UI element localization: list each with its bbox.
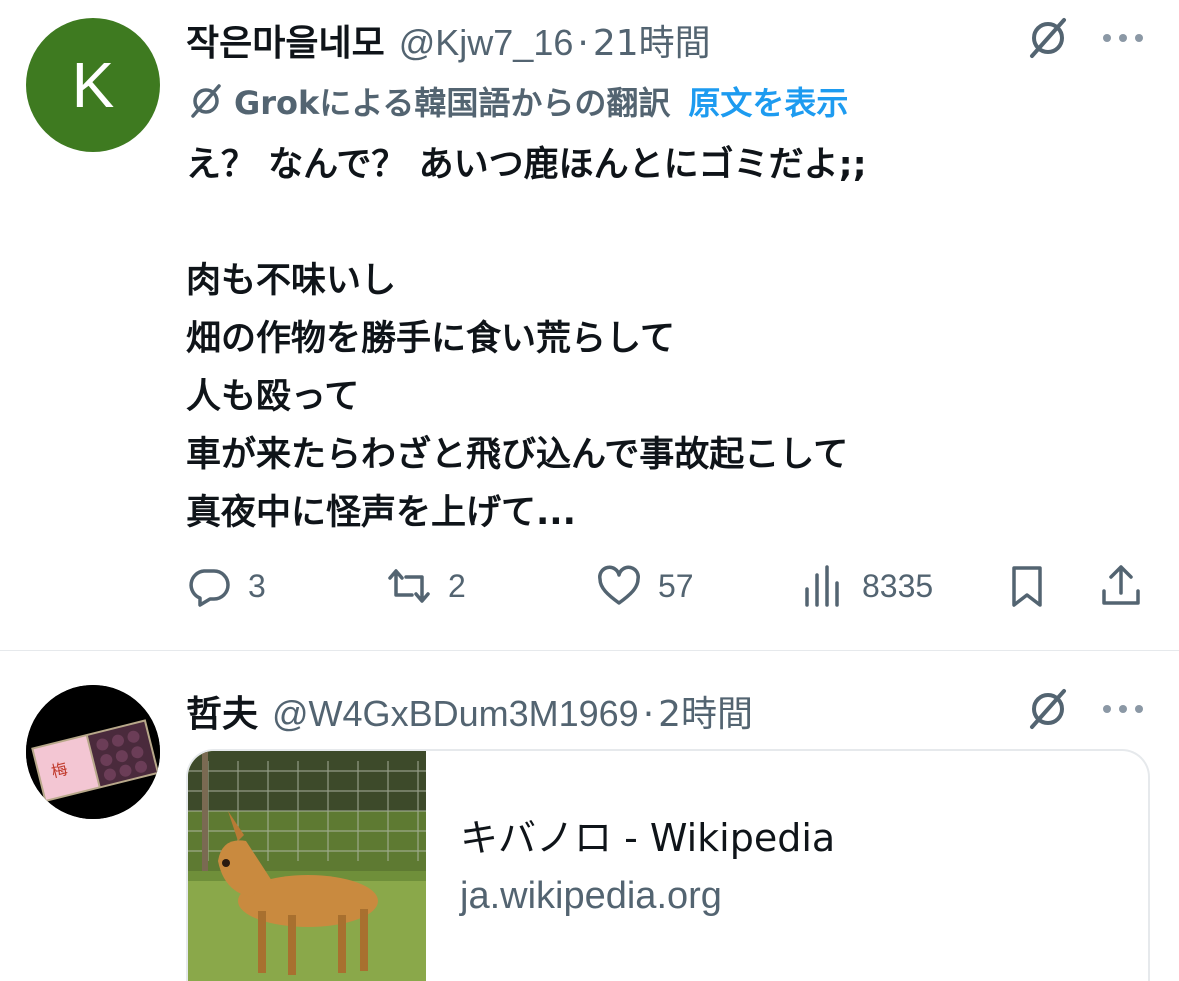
timestamp[interactable]: 21時間 (593, 14, 711, 66)
tweet-header: 작은마을네모 @Kjw7_16 · 21時間 (186, 14, 711, 66)
views-count: 8335 (862, 567, 934, 604)
translation-bar: Grokによる韓国語からの翻訳 原文を表示 (186, 78, 848, 124)
tweet-text-line: 人も殴って (186, 377, 360, 417)
share-icon (1102, 565, 1140, 605)
display-name[interactable]: 哲夫 (186, 685, 258, 737)
tweet-text: え？ なんで？ あいつ鹿ほんとにゴミだよ;; 肉も不味いし 畑の作物を勝手に食い… (186, 136, 1146, 542)
display-name[interactable]: 작은마을네모 (186, 14, 385, 66)
repost-count: 2 (448, 567, 466, 604)
like-count: 57 (658, 567, 694, 604)
reply-icon (189, 569, 230, 607)
avatar-letter: K (71, 49, 115, 121)
separator-dot: · (642, 694, 655, 735)
views-button[interactable]: 8335 (800, 558, 933, 614)
user-handle[interactable]: @Kjw7_16 (399, 22, 574, 64)
grok-button[interactable] (1024, 14, 1072, 62)
views-icon (805, 565, 839, 607)
grok-slash-icon (1030, 689, 1066, 729)
bookmark-icon (1012, 566, 1042, 607)
avatar-image: 梅 (26, 685, 160, 819)
tweet-text-line (186, 194, 1146, 252)
card-domain: ja.wikipedia.org (460, 875, 722, 917)
share-button[interactable] (1098, 558, 1144, 614)
like-button[interactable]: 57 (596, 558, 694, 614)
reply-button[interactable]: 3 (186, 558, 266, 614)
tweet-text-line: 畑の作物を勝手に食い荒らして (186, 319, 675, 359)
tweet[interactable]: 梅 哲夫 @W4GxBDum3M1969 · 2時間 キバノロ - Wikipe… (0, 651, 1179, 981)
grok-slash-icon (1030, 18, 1066, 58)
timestamp[interactable]: 2時間 (658, 685, 753, 737)
tweet-text-line: え？ なんで？ あいつ鹿ほんとにゴミだよ;; (186, 145, 867, 185)
link-card[interactable]: キバノロ - Wikipedia ja.wikipedia.org (186, 749, 1150, 981)
show-original-link[interactable]: 原文を表示 (688, 78, 848, 124)
card-image (188, 751, 426, 981)
card-title[interactable]: キバノロ - Wikipedia (460, 807, 835, 862)
tweet-text-line: 肉も不味いし (186, 261, 397, 301)
tweet-header: 哲夫 @W4GxBDum3M1969 · 2時間 (186, 685, 753, 737)
tweet[interactable]: K 작은마을네모 @Kjw7_16 · 21時間 Grokによる韓国語からの翻訳… (0, 0, 1179, 650)
user-handle[interactable]: @W4GxBDum3M1969 (272, 693, 639, 735)
tweet-text-line: 車が来たらわざと飛び込んで事故起こして (186, 435, 849, 475)
separator-dot: · (577, 23, 589, 64)
action-bar: 3 2 57 8335 (186, 558, 1146, 614)
more-button[interactable] (1098, 18, 1148, 58)
repost-button[interactable]: 2 (386, 558, 466, 614)
more-icon (1103, 705, 1143, 713)
like-icon (598, 565, 640, 605)
avatar[interactable]: 梅 (26, 685, 160, 819)
bookmark-button[interactable] (1004, 558, 1050, 614)
avatar[interactable]: K (26, 18, 160, 152)
grok-button[interactable] (1024, 685, 1072, 733)
more-icon (1103, 34, 1143, 42)
tweet-text-line: 真夜中に怪声を上げて... (186, 493, 576, 533)
grok-slash-icon (191, 84, 221, 118)
reply-count: 3 (248, 567, 266, 604)
repost-icon (388, 569, 430, 603)
translation-label: Grokによる韓国語からの翻訳 (234, 84, 671, 122)
more-button[interactable] (1098, 689, 1148, 729)
